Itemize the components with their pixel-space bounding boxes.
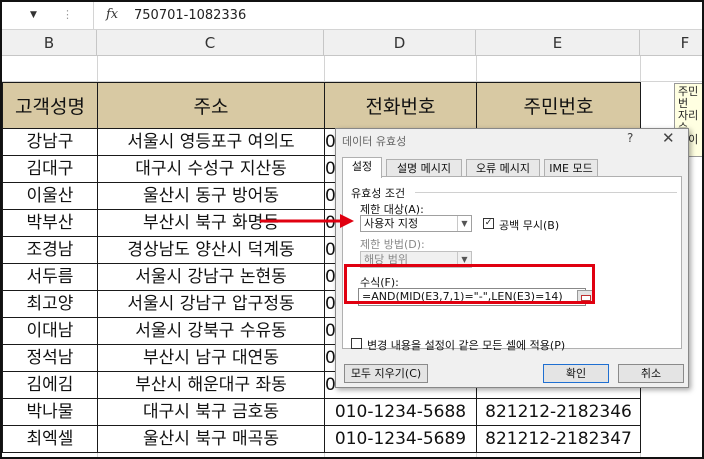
- cell-name[interactable]: 서두름: [2, 263, 98, 291]
- cell-address[interactable]: 서울시 강남구 논현동: [97, 263, 325, 291]
- apply-all-label[interactable]: 변경 내용을 설정이 같은 모든 셀에 적용(P): [367, 337, 565, 353]
- header-address[interactable]: 주소: [97, 82, 325, 129]
- cell-name[interactable]: 최고양: [2, 290, 98, 318]
- cell-address[interactable]: 서울시 영등포구 여의도: [97, 128, 325, 156]
- formula-bar-input[interactable]: 750701-1082336: [134, 8, 246, 23]
- cell-name[interactable]: 김에김: [2, 371, 98, 399]
- header-name[interactable]: 고객성명: [2, 82, 98, 129]
- cell-name[interactable]: 강남구: [2, 128, 98, 156]
- cancel-button[interactable]: 취소: [618, 364, 684, 383]
- cell-phone[interactable]: 010-1234-5689: [324, 425, 477, 453]
- cell-name[interactable]: 정석남: [2, 344, 98, 372]
- cell-address[interactable]: 부산시 해운대구 좌동: [97, 371, 325, 399]
- table-row: 최엑셀 울산시 북구 매곡동 010-1234-5689 821212-2182347: [2, 425, 641, 453]
- cell-name[interactable]: 조경남: [2, 236, 98, 264]
- ignore-blank-checkbox[interactable]: ✓: [483, 218, 494, 229]
- column-headers: B C D E F: [2, 30, 702, 56]
- allow-value: 사용자 지정: [364, 217, 419, 230]
- cell-address[interactable]: 울산시 동구 방어동: [97, 182, 325, 210]
- cell-name[interactable]: 박나물: [2, 398, 98, 426]
- formula-bar: ▼ ⋮ fx 750701-1082336: [2, 2, 702, 30]
- close-icon[interactable]: ✕: [662, 129, 675, 147]
- chevron-down-icon: ▼: [457, 216, 471, 231]
- ignore-blank-label[interactable]: 공백 무시(B): [499, 217, 559, 233]
- cell-name[interactable]: 박부산: [2, 209, 98, 237]
- cell-address[interactable]: 경상남도 양산시 덕계동: [97, 236, 325, 264]
- insert-function-icon[interactable]: fx: [106, 7, 118, 22]
- cell-id-number[interactable]: 821212-2182346: [476, 398, 641, 426]
- settings-panel: 유효성 조건 제한 대상(A): 사용자 지정 ▼ ✓ 공백 무시(B) 제한 …: [342, 176, 682, 352]
- table-header-row: 고객성명 주소 전화번호 주민번호: [2, 82, 641, 129]
- tab-input-message[interactable]: 설명 메시지: [386, 159, 462, 177]
- header-id-number[interactable]: 주민번호: [476, 82, 641, 129]
- dialog-title: 데이터 유효성: [342, 135, 407, 148]
- cell-phone[interactable]: 010-1234-5688: [324, 398, 477, 426]
- apply-all-checkbox[interactable]: [351, 338, 362, 349]
- cell-address[interactable]: 대구시 수성구 지산동: [97, 155, 325, 183]
- help-icon[interactable]: ?: [627, 131, 633, 145]
- column-header-e[interactable]: E: [476, 30, 640, 56]
- name-box[interactable]: ▼ ⋮: [2, 2, 94, 30]
- data-label: 제한 방법(D):: [360, 238, 425, 251]
- cell-id-number[interactable]: 821212-2182347: [476, 425, 641, 453]
- cell-name[interactable]: 김대구: [2, 155, 98, 183]
- column-header-d[interactable]: D: [324, 30, 476, 56]
- cell-name[interactable]: 최엑셀: [2, 425, 98, 453]
- data-validation-dialog: 데이터 유효성 ? ✕ 설정 설명 메시지 오류 메시지 IME 모드 유효성 …: [335, 128, 689, 388]
- table-row: 박나물 대구시 북구 금호동 010-1234-5688 821212-2182346: [2, 398, 641, 426]
- tab-settings[interactable]: 설정: [342, 157, 382, 178]
- formula-highlight-box: [344, 264, 595, 304]
- allow-select[interactable]: 사용자 지정 ▼: [360, 215, 472, 232]
- column-header-c[interactable]: C: [97, 30, 324, 56]
- cell-address[interactable]: 울산시 북구 매곡동: [97, 425, 325, 453]
- cell-address[interactable]: 대구시 북구 금호동: [97, 398, 325, 426]
- column-header-f[interactable]: F: [640, 30, 702, 56]
- cell-address[interactable]: 부산시 남구 대연동: [97, 344, 325, 372]
- cell-name[interactable]: 이대남: [2, 317, 98, 345]
- tab-ime-mode[interactable]: IME 모드: [544, 159, 598, 177]
- cell-address[interactable]: 서울시 강남구 압구정동: [97, 290, 325, 318]
- column-header-b[interactable]: B: [2, 30, 97, 56]
- header-phone[interactable]: 전화번호: [324, 82, 477, 129]
- cell-name[interactable]: 이울산: [2, 182, 98, 210]
- formula-bar-separator-icon: ⋮: [62, 8, 73, 21]
- cell-address[interactable]: 부산시 북구 화명동: [97, 209, 325, 237]
- clear-all-button[interactable]: 모두 지우기(C): [344, 364, 428, 383]
- excel-window: ▼ ⋮ fx 750701-1082336 B C D E F 고객성명 주소 …: [0, 0, 704, 459]
- tab-error-alert[interactable]: 오류 메시지: [466, 159, 540, 177]
- validation-criteria-label: 유효성 조건: [351, 187, 406, 200]
- name-box-dropdown-icon[interactable]: ▼: [30, 10, 37, 20]
- cell-address[interactable]: 서울시 강북구 수유동: [97, 317, 325, 345]
- comment-line: 주민번: [678, 85, 699, 110]
- ok-button[interactable]: 확인: [543, 364, 609, 383]
